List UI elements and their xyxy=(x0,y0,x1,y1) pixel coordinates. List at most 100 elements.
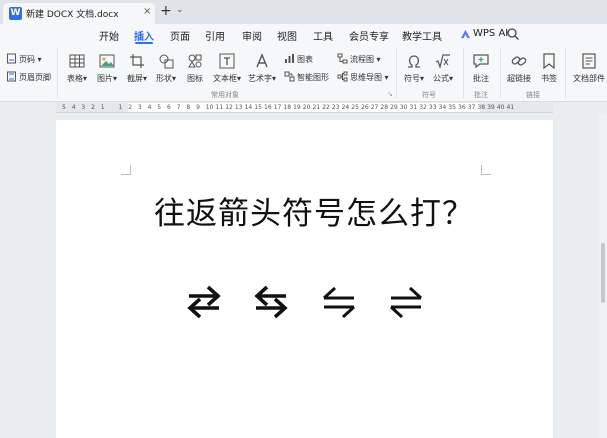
ruler-tick-label: 29 xyxy=(390,104,398,111)
ruler-tick-label: 2 xyxy=(128,104,133,111)
ruler-tick-label: 4 xyxy=(71,104,76,111)
ruler-tick-label: 19 xyxy=(293,104,301,111)
ruler-tick-label: 6 xyxy=(167,104,171,111)
new-tab-icon[interactable]: + xyxy=(160,3,172,19)
ruler-tick-label: 18 xyxy=(283,104,292,111)
shape-icon xyxy=(159,54,174,69)
shape-label: 形状 xyxy=(155,74,172,83)
doc-parts-button[interactable]: 文档部件 xyxy=(572,52,606,84)
smartart-button[interactable]: 智能图形 xyxy=(284,71,329,85)
harpoon-left-over-right-symbol[interactable] xyxy=(321,282,357,322)
wordart-button[interactable]: 艺术字▾ xyxy=(246,52,278,84)
arrow-right-over-left-symbol[interactable] xyxy=(186,282,222,322)
group-label-symbols: 符号 xyxy=(422,91,436,99)
picture-button[interactable]: 图片▾ xyxy=(94,52,120,84)
ribbon-divider xyxy=(57,48,58,98)
ruler-tick-label: 37 xyxy=(467,104,476,111)
menu-membership[interactable]: 会员专享 xyxy=(349,28,389,43)
ruler-tick-label: 34 xyxy=(438,104,447,111)
document-tab-title: 新建 DOCX 文档.docx xyxy=(26,10,119,20)
header-footer-button[interactable]: 页眉页脚 xyxy=(6,71,51,85)
ruler-tick-label: 25 xyxy=(351,104,359,111)
ruler-tick-label: 1 xyxy=(100,104,105,111)
document-tab[interactable]: W 新建 DOCX 文档.docx × xyxy=(3,3,155,24)
ruler-tick-label: 27 xyxy=(370,104,379,111)
screenshot-label: 截屏 xyxy=(126,74,143,83)
page-number-label: 页码 xyxy=(19,55,35,64)
menu-teaching-tools[interactable]: 教学工具 xyxy=(402,28,442,43)
ruler-tick-label: 5 xyxy=(62,104,66,111)
search-icon[interactable] xyxy=(506,27,520,41)
ruler-tick-label: 2 xyxy=(91,104,95,111)
icon-library-button[interactable]: 图标 xyxy=(183,52,207,84)
ruler-tick-label: 21 xyxy=(312,104,321,111)
textbox-label: 文本框 xyxy=(212,74,237,83)
ruler-tick-label: 31 xyxy=(409,104,418,111)
tab-bar: W 新建 DOCX 文档.docx × + ⌄ xyxy=(0,0,607,24)
wordart-icon xyxy=(256,53,268,68)
table-label: 表格 xyxy=(66,74,83,83)
horizontal-ruler[interactable]: 5 4 3 2 1 1 2 3 4 5 6 7 8 9 10 11 12 13 14 15 16 17 18 19 20 21 22… xyxy=(56,103,553,113)
ribbon-divider xyxy=(500,48,501,98)
menu-wps-ai[interactable]: WPS AI xyxy=(473,28,508,39)
formula-button[interactable]: 公式▾ xyxy=(430,52,456,84)
mindmap-button[interactable]: 思维导图 ▾ xyxy=(337,71,389,85)
textbox-button[interactable]: 文本框▾ xyxy=(211,52,243,84)
harpoon-right-over-left-symbol[interactable] xyxy=(388,282,424,322)
ribbon-divider xyxy=(396,48,397,98)
bookmark-button[interactable]: 书签 xyxy=(537,52,561,84)
header-footer-icon xyxy=(7,71,16,82)
close-tab-icon[interactable]: × xyxy=(143,6,151,17)
arrow-left-over-right-symbol[interactable] xyxy=(253,282,289,322)
menu-tools[interactable]: 工具 xyxy=(313,28,333,43)
ruler-tick-label: 35 xyxy=(448,104,456,111)
symbol-button[interactable]: 符号▾ xyxy=(401,52,427,84)
ruler-tick-label: 5 xyxy=(157,104,162,111)
menu-page[interactable]: 页面 xyxy=(170,28,190,43)
menu-references[interactable]: 引用 xyxy=(205,28,225,43)
comment-icon xyxy=(473,54,489,69)
menu-home[interactable]: 开始 xyxy=(99,28,119,43)
ruler-tick-label: 33 xyxy=(428,104,437,111)
group-label-links: 链接 xyxy=(526,91,540,99)
ruler-tick-label: 17 xyxy=(273,104,282,111)
shape-button[interactable]: 形状▾ xyxy=(153,52,179,84)
group-expand-icon[interactable]: ↘ xyxy=(387,90,393,98)
vertical-scrollbar[interactable] xyxy=(598,113,607,438)
tab-list-chevron-icon[interactable]: ⌄ xyxy=(176,5,184,15)
header-footer-label: 页眉页脚 xyxy=(19,73,51,82)
hyperlink-button[interactable]: 超链接 xyxy=(505,52,533,84)
formula-icon xyxy=(435,54,450,70)
insert-toolbar: 页码 ▾ 页眉页脚 表格▾ 图片▾ 截屏▾ 形状▾ 图标 文本框▾ 艺术字▾ 图… xyxy=(0,44,607,102)
ruler-tick-label: 3 xyxy=(81,104,86,111)
ruler-tick-label: 39 xyxy=(487,104,495,111)
smartart-label: 智能图形 xyxy=(297,73,329,82)
ruler-tick-label: 13 xyxy=(234,104,243,111)
ruler-tick-label: 14 xyxy=(244,104,253,111)
ruler-tick-label: 10 xyxy=(205,104,214,111)
ribbon-divider xyxy=(565,48,566,98)
picture-icon xyxy=(99,54,115,68)
ruler-tick-label: 9 xyxy=(196,104,200,111)
textbox-icon xyxy=(219,53,235,69)
group-label-comments: 批注 xyxy=(474,91,488,99)
ruler-tick-label: 30 xyxy=(399,104,408,111)
table-icon xyxy=(69,54,85,68)
chart-icon xyxy=(285,54,294,63)
page-number-icon xyxy=(7,53,16,64)
menu-insert[interactable]: 插入 xyxy=(134,28,154,43)
table-button[interactable]: 表格▾ xyxy=(64,52,90,84)
page-number-button[interactable]: 页码 ▾ xyxy=(6,53,42,67)
screenshot-button[interactable]: 截屏▾ xyxy=(124,52,150,84)
mindmap-icon xyxy=(337,71,348,82)
document-heading[interactable]: 往返箭头符号怎么打？ xyxy=(154,188,474,233)
flowchart-button[interactable]: 流程图 ▾ xyxy=(337,53,381,67)
wps-ai-logo-icon xyxy=(460,29,471,39)
comment-button[interactable]: 批注 xyxy=(468,52,494,84)
chart-button[interactable]: 图表 xyxy=(284,53,313,67)
ruler-tick-label: 20 xyxy=(302,104,311,111)
scrollbar-thumb[interactable] xyxy=(601,243,605,303)
menu-view[interactable]: 视图 xyxy=(277,28,297,43)
menu-review[interactable]: 审阅 xyxy=(242,28,262,43)
ruler-tick-label: 24 xyxy=(341,104,350,111)
